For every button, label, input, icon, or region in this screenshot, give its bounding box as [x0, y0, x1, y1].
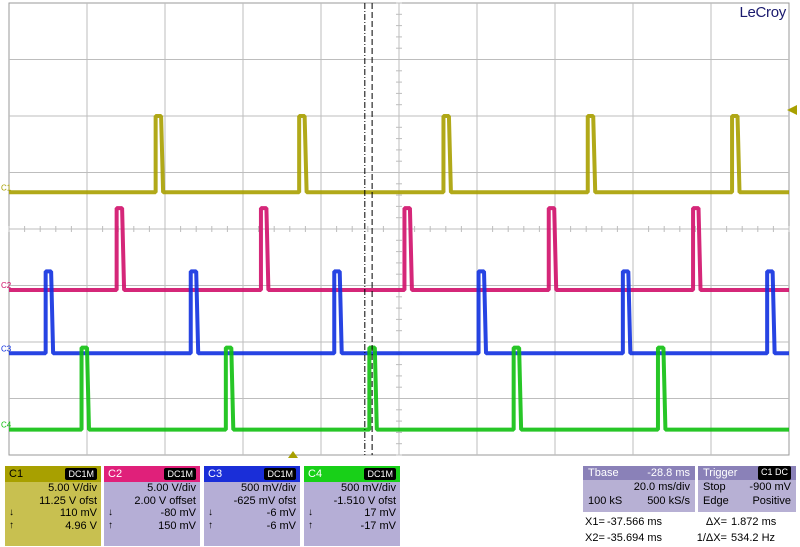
offset-value: -1.510 V ofst [333, 494, 396, 507]
dx-label: ΔX= [705, 516, 727, 528]
channel-panel-c1[interactable]: C1 DC1M 5.00 V/div 11.25 V ofst ↓ 110 mV … [5, 466, 101, 546]
channel-marker-c3: C3 [1, 344, 12, 353]
channel-marker-c2: C2 [1, 281, 12, 290]
trigger-label: Trigger [703, 467, 738, 479]
trigger-mode: Stop [703, 481, 726, 493]
coupling-badge: DC1M [65, 468, 97, 480]
up-arrow-icon: ↑ [108, 519, 113, 531]
timebase-offset: -28.8 ms [647, 467, 690, 479]
up-arrow-icon: ↑ [9, 519, 14, 531]
down-arrow-icon: ↓ [108, 507, 113, 518]
channel-header: C2 DC1M [104, 466, 200, 482]
channel-header: C4 DC1M [304, 466, 400, 482]
scale-value: 500 mV/div [340, 482, 396, 494]
sample-count: 100 kS [588, 495, 623, 507]
trigger-source-badge: C1 DC [757, 466, 791, 480]
channel-header: C3 DC1M [204, 466, 300, 482]
cursor-down-value: -80 mV [160, 507, 196, 519]
inv-dx-value: 534.2 Hz [731, 532, 776, 544]
sample-rate: 500 kS/s [647, 495, 690, 507]
scale-value: 5.00 V/div [147, 482, 196, 494]
channel-panel-c2[interactable]: C2 DC1M 5.00 V/div 2.00 V offset ↓ -80 mV… [104, 466, 200, 546]
brand-logo: LeCroy [739, 4, 786, 21]
channel-name: C4 [308, 468, 323, 480]
cursor-down-value: 110 mV [59, 507, 97, 519]
offset-value: 2.00 V offset [134, 494, 196, 507]
channel-marker-c1: C1 [1, 183, 12, 192]
cursor-up-value: 4.96 V [65, 519, 97, 532]
scale-value: 5.00 V/div [48, 482, 97, 494]
timebase-div: 20.0 ms/div [633, 481, 690, 493]
x2-label: X2= [585, 532, 605, 544]
x1-label: X1= [585, 516, 605, 528]
trigger-level: -900 mV [749, 481, 791, 493]
trigger-panel[interactable]: Trigger C1 DC Stop -900 mV Edge Positive [698, 466, 796, 512]
scale-value: 500 mV/div [240, 482, 296, 494]
cursor-up-value: 150 mV [158, 519, 196, 532]
cursor-up-value: -17 mV [360, 519, 396, 532]
channel-name: C3 [208, 468, 223, 480]
inv-dx-label: 1/ΔX= [696, 532, 727, 544]
coupling-badge: DC1M [264, 468, 296, 480]
channel-header: C1 DC1M [5, 466, 101, 482]
coupling-badge: DC1M [164, 468, 196, 480]
trigger-slope: Positive [752, 495, 791, 507]
trigger-type: Edge [703, 495, 729, 507]
x2-value: -35.694 ms [607, 532, 663, 544]
offset-value: -625 mV ofst [233, 494, 296, 507]
channel-name: C2 [108, 468, 123, 480]
timebase-panel[interactable]: Tbase -28.8 ms 20.0 ms/div 100 kS 500 kS/s [583, 466, 695, 512]
x1-value: -37.566 ms [607, 516, 663, 528]
timebase-label: Tbase [588, 467, 619, 479]
waveform-plot: C1 C2 C3 C4 [1, 2, 797, 458]
down-arrow-icon: ↓ [9, 507, 14, 518]
down-arrow-icon: ↓ [308, 507, 313, 518]
channel-panel-c4[interactable]: C4 DC1M 500 mV/div -1.510 V ofst ↓ 17 mV … [304, 466, 400, 546]
down-arrow-icon: ↓ [208, 507, 213, 518]
channel-panel-c3[interactable]: C3 DC1M 500 mV/div -625 mV ofst ↓ -6 mV ↑… [204, 466, 300, 546]
cursor-readout: X1= -37.566 ms ΔX= 1.872 ms X2= -35.694 … [585, 514, 797, 546]
coupling-badge: DC1M [364, 468, 396, 480]
cursor-down-value: 17 mV [364, 507, 396, 519]
dx-value: 1.872 ms [731, 516, 777, 528]
offset-value: 11.25 V ofst [39, 494, 97, 507]
scope-display: C1 C2 C3 C4 LeCroy [0, 0, 800, 460]
cursor-up-value: -6 mV [266, 519, 296, 532]
up-arrow-icon: ↑ [208, 519, 213, 531]
channel-name: C1 [9, 468, 24, 480]
channel-marker-c4: C4 [1, 421, 12, 430]
cursor-down-value: -6 mV [266, 507, 296, 519]
up-arrow-icon: ↑ [308, 519, 313, 531]
